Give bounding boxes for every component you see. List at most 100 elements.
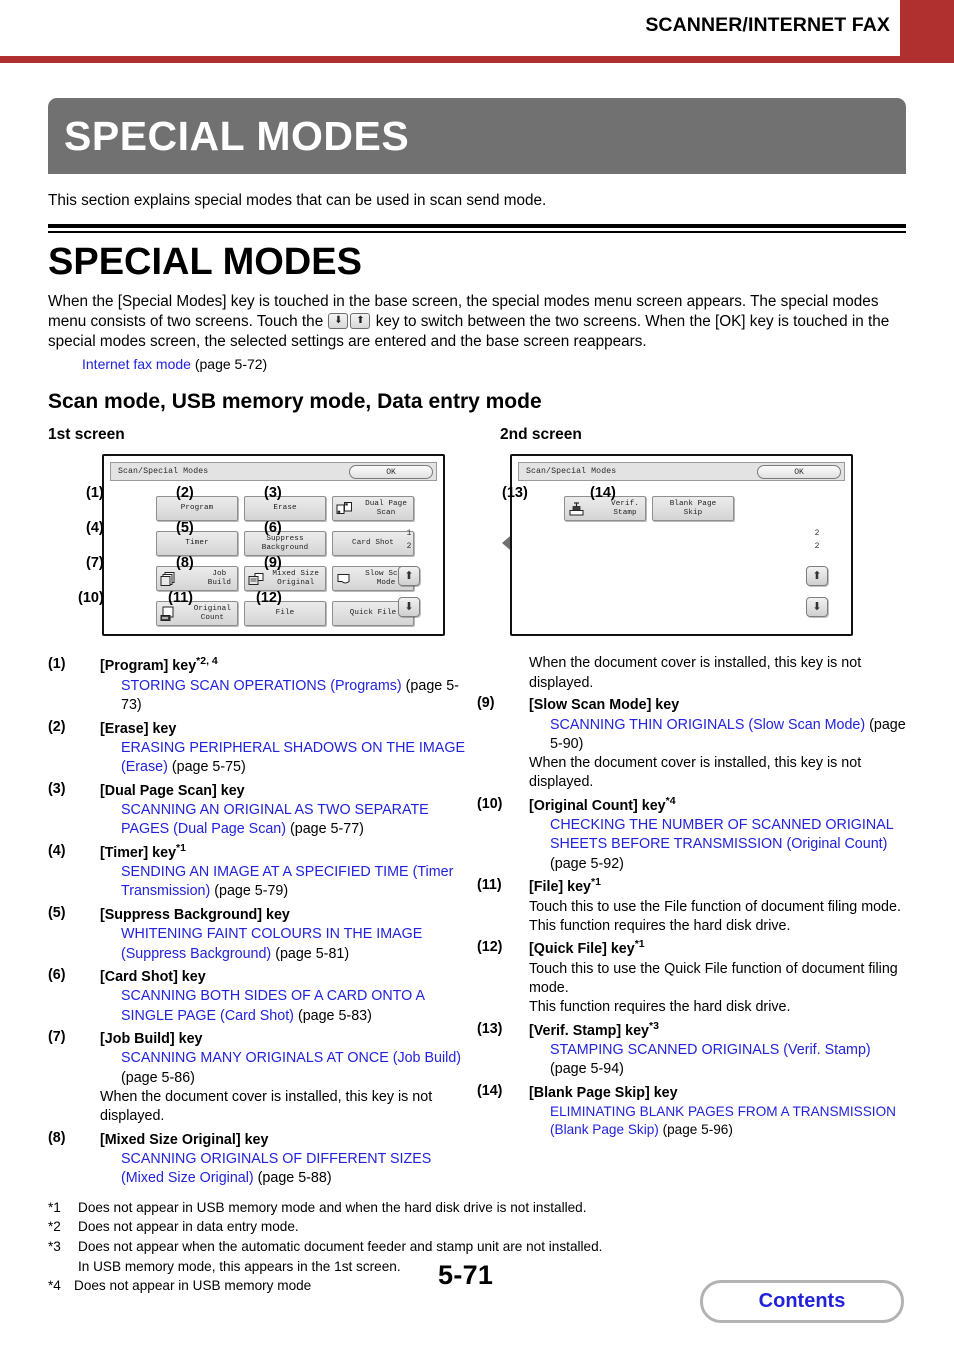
internet-fax-mode-reference: Internet fax mode (page 5-72) xyxy=(48,356,906,372)
slow-scan-mode-icon xyxy=(336,570,353,587)
verif-stamp-icon xyxy=(568,500,585,517)
erase-key-label: Erase xyxy=(273,504,297,513)
callout-12: (12) xyxy=(256,590,282,607)
item-link[interactable]: CHECKING THE NUMBER OF SCANNED ORIGINAL … xyxy=(550,817,893,852)
item-title: [Card Shot] key xyxy=(100,968,206,985)
program-key[interactable]: Program xyxy=(156,496,238,522)
first-screen-page-indicator: 1 2 xyxy=(396,528,422,552)
internet-fax-mode-page: (page 5-72) xyxy=(194,356,268,373)
mixed-size-original-key-label: Mixed Size Original xyxy=(272,569,319,587)
job-build-key[interactable]: Job Build xyxy=(156,566,238,592)
list-item: (13) [Verif. Stamp] key*3 STAMPING SCANNE… xyxy=(477,1019,906,1080)
item-title: [Erase] key xyxy=(100,720,177,737)
callout-1: (1) xyxy=(86,485,104,502)
original-count-key-label: Original Count xyxy=(193,604,231,622)
item-page: (page 5-86) xyxy=(121,1069,195,1086)
first-screen-page-current: 1 xyxy=(406,529,412,539)
second-screen-page-indicator: 2 2 xyxy=(804,528,830,552)
second-screen-label: 2nd screen xyxy=(500,426,582,444)
callout-4: (4) xyxy=(86,520,104,537)
item-link[interactable]: WHITENING FAINT COLOURS IN THE IMAGE (Su… xyxy=(121,926,422,961)
blank-page-skip-key[interactable]: Blank Page Skip xyxy=(652,496,734,522)
callout-2: (2) xyxy=(176,485,194,502)
scroll-down-key-2[interactable]: ⬇ xyxy=(806,597,828,618)
item-page: (page 5-77) xyxy=(290,821,364,838)
contents-button[interactable]: Contents xyxy=(700,1280,904,1323)
scroll-down-key[interactable]: ⬇ xyxy=(398,597,420,618)
item-note: Touch this to use the File function of d… xyxy=(529,898,901,934)
item-page: (page 5-96) xyxy=(662,1122,733,1138)
list-item: (10) [Original Count] key*4 CHECKING THE … xyxy=(477,794,906,874)
item-link[interactable]: STAMPING SCANNED ORIGINALS (Verif. Stamp… xyxy=(550,1042,871,1058)
timer-key-label: Timer xyxy=(185,539,209,548)
item-page: (page 5-79) xyxy=(214,883,289,900)
scroll-down-inline-key-icon: ⬇ xyxy=(328,312,349,329)
item-link[interactable]: SCANNING AN ORIGINAL AS TWO SEPARATE PAG… xyxy=(121,802,429,837)
suppress-background-key[interactable]: Suppress Background xyxy=(244,531,326,557)
item-number: (9) xyxy=(477,695,495,712)
item-page: (page 5-94) xyxy=(550,1061,624,1078)
item-title: [Mixed Size Original] key xyxy=(100,1131,269,1148)
list-item: (1) [Program] key*2, 4 STORING SCAN OPERA… xyxy=(48,654,477,715)
job-build-key-label: Job Build xyxy=(207,569,231,587)
item-link[interactable]: SCANNING THIN ORIGINALS (Slow Scan Mode) xyxy=(550,717,865,733)
item-title: [Slow Scan Mode] key xyxy=(529,696,680,713)
timer-key[interactable]: Timer xyxy=(156,531,238,557)
screen-labels-row: 1st screen 2nd screen xyxy=(48,426,906,448)
running-title: SCANNER/INTERNET FAX xyxy=(645,14,890,36)
first-screen-label: 1st screen xyxy=(48,426,125,444)
program-key-label: Program xyxy=(180,504,214,513)
item-footnote-mark: *1 xyxy=(634,938,645,951)
erase-key[interactable]: Erase xyxy=(244,496,326,522)
item-number: (14) xyxy=(477,1082,503,1099)
callout-6: (6) xyxy=(264,520,282,537)
ok-button[interactable]: OK xyxy=(349,465,433,480)
scroll-up-key[interactable]: ⬆ xyxy=(398,566,420,587)
item-number: (2) xyxy=(48,718,66,735)
list-item: (2) [Erase] key ERASING PERIPHERAL SHADOW… xyxy=(48,717,477,778)
list-item: (8) [Mixed Size Original] key SCANNING OR… xyxy=(48,1128,477,1189)
item-note: When the document cover is installed, th… xyxy=(529,755,862,791)
list-item: (3) [Dual Page Scan] key SCANNING AN ORIG… xyxy=(48,779,477,840)
panel-title-text-2: Scan/Special Modes xyxy=(526,467,617,477)
mixed-size-original-icon xyxy=(248,570,265,587)
item-note: Touch this to use the Quick File functio… xyxy=(529,960,898,1016)
list-item: (9) [Slow Scan Mode] key SCANNING THIN OR… xyxy=(477,693,906,793)
list-item: (12) [Quick File] key*1 Touch this to use… xyxy=(477,937,906,1017)
mixed-size-original-key[interactable]: Mixed Size Original xyxy=(244,566,326,592)
header-accent-block xyxy=(900,0,954,56)
item-title: [Verif. Stamp] key xyxy=(529,1022,649,1039)
dual-page-scan-icon xyxy=(336,500,353,517)
second-screen-page-total: 2 xyxy=(814,542,820,552)
item-number: (13) xyxy=(477,1020,503,1037)
item-title: [Original Count] key xyxy=(529,797,666,814)
internet-fax-mode-link[interactable]: Internet fax mode xyxy=(82,356,191,372)
item-link[interactable]: STORING SCAN OPERATIONS (Programs) xyxy=(121,678,402,694)
scroll-up-key-2[interactable]: ⬆ xyxy=(806,566,828,587)
callout-9: (9) xyxy=(264,555,282,572)
first-screen-page-total: 2 xyxy=(406,542,412,552)
item-link[interactable]: SCANNING MANY ORIGINALS AT ONCE (Job Bui… xyxy=(121,1050,461,1066)
dual-page-scan-key[interactable]: Dual Page Scan xyxy=(332,496,414,522)
chapter-banner: SPECIAL MODES xyxy=(48,98,906,174)
ok-button-2[interactable]: OK xyxy=(757,465,841,480)
item-title: [Program] key xyxy=(100,658,197,675)
callout-11: (11) xyxy=(168,590,193,607)
item-title: [Dual Page Scan] key xyxy=(100,782,245,799)
page-title: SPECIAL MODES xyxy=(48,241,362,284)
item-number: (10) xyxy=(477,795,503,812)
chapter-banner-title: SPECIAL MODES xyxy=(64,112,410,159)
section-divider xyxy=(48,224,906,234)
item-number: (3) xyxy=(48,780,66,797)
left-column: (1) [Program] key*2, 4 STORING SCAN OPERA… xyxy=(48,654,477,1189)
item-footnote-mark: *1 xyxy=(176,841,186,854)
item-title: [Job Build] key xyxy=(100,1030,203,1047)
verif-stamp-key-label: Verif. Stamp xyxy=(611,499,639,517)
item-number: (5) xyxy=(48,904,66,921)
key-reference-columns: (1) [Program] key*2, 4 STORING SCAN OPERA… xyxy=(48,654,906,1189)
callout-10: (10) xyxy=(78,590,104,607)
item-number: (1) xyxy=(48,656,66,673)
item-link[interactable]: SCANNING BOTH SIDES OF A CARD ONTO A SIN… xyxy=(121,988,424,1023)
list-item: (11) [File] key*1 Touch this to use the F… xyxy=(477,875,906,936)
list-item: (14) [Blank Page Skip] key ELIMINATING BL… xyxy=(477,1081,906,1140)
